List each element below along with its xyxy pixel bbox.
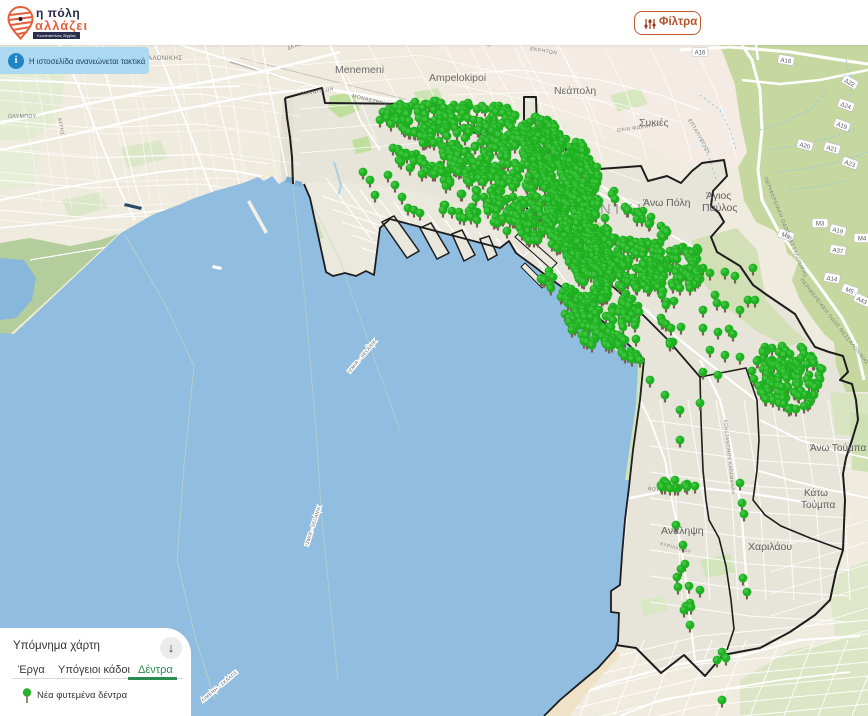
svg-text:Ανάληψη: Ανάληψη	[661, 525, 704, 537]
svg-text:M3: M3	[816, 222, 825, 228]
svg-text:Τούμπα: Τούμπα	[801, 499, 836, 511]
svg-text:Άνω Πόλη: Άνω Πόλη	[643, 197, 691, 209]
svg-text:Παύλος: Παύλος	[702, 202, 737, 214]
svg-text:Κάτω: Κάτω	[804, 487, 828, 499]
svg-text:M4: M4	[858, 237, 867, 243]
svg-text:Χαριλάου: Χαριλάου	[748, 541, 792, 553]
svg-text:ΟΛΥΜΠΟΥ: ΟΛΥΜΠΟΥ	[8, 114, 37, 120]
svg-text:Menemeni: Menemeni	[335, 64, 384, 76]
svg-text:Άνω Τούμπα: Άνω Τούμπα	[810, 442, 866, 454]
svg-text:A16: A16	[695, 51, 706, 57]
svg-text:Νεάπολη: Νεάπολη	[554, 85, 596, 97]
svg-text:Ampelokipoi: Ampelokipoi	[429, 72, 486, 84]
svg-text:ΑΛΟΝΙΚΗΣ: ΑΛΟΝΙΚΗΣ	[148, 56, 183, 62]
svg-text:Άγιος: Άγιος	[706, 190, 731, 202]
